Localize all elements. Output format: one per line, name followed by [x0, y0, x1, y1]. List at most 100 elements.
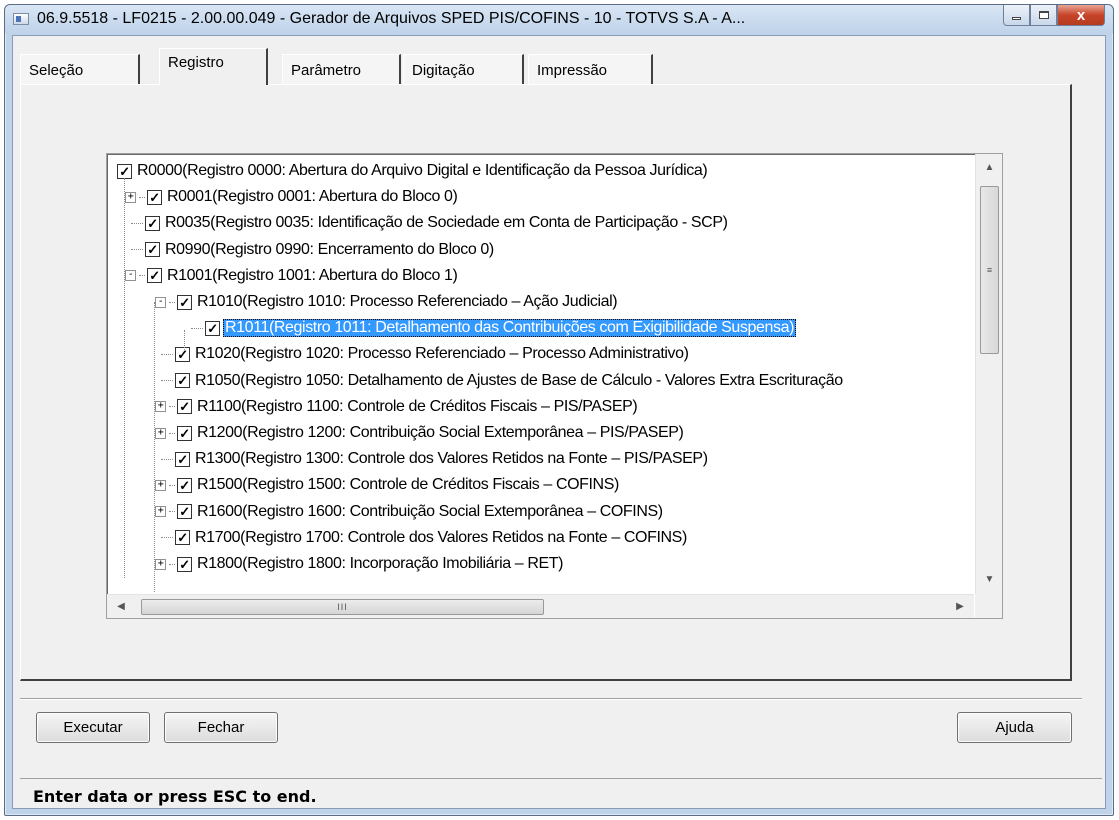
tree-row[interactable]: ✓ R1011(Registro 1011: Detalhamento das C… [185, 316, 797, 340]
tree-connector [139, 196, 145, 198]
tree-row-label: R1200(Registro 1200: Contribuição Social… [197, 424, 684, 441]
tree-row[interactable]: ✓ R0035(Registro 0035: Identificação de S… [125, 211, 730, 235]
tree-row-label: R1010(Registro 1010: Processo Referencia… [197, 293, 618, 310]
tree-row[interactable]: ✓ R1700(Registro 1700: Controle dos Valor… [155, 526, 689, 550]
row-checkbox[interactable]: ✓ [177, 294, 192, 310]
fechar-button[interactable]: Fechar [164, 712, 278, 743]
tab-label: Parâmetro [291, 62, 362, 79]
scroll-right-icon[interactable]: ▶ [950, 595, 970, 618]
expand-icon[interactable]: + [155, 506, 166, 518]
expand-icon[interactable]: + [155, 558, 166, 570]
row-checkbox[interactable]: ✓ [147, 268, 162, 284]
row-checkbox[interactable]: ✓ [145, 242, 160, 258]
tree-row-label: R1600(Registro 1600: Contribuição Social… [197, 502, 663, 520]
scroll-corner [975, 594, 1002, 618]
tree-connector [169, 511, 175, 513]
row-checkbox[interactable]: ✓ [147, 189, 162, 205]
row-checkbox[interactable]: ✓ [145, 215, 160, 231]
separator [20, 698, 1082, 700]
tree-row[interactable]: ✓ R1300(Registro 1300: Controle dos Valor… [155, 447, 710, 471]
row-checkbox[interactable]: ✓ [175, 451, 190, 467]
horizontal-scroll-thumb[interactable]: III [141, 599, 544, 615]
title-bar[interactable]: 06.9.5518 - LF0215 - 2.00.00.049 - Gerad… [5, 5, 1113, 33]
window-title: 06.9.5518 - LF0215 - 2.00.00.049 - Gerad… [37, 10, 746, 27]
tab-selecao[interactable]: Seleção [20, 54, 140, 84]
tree-connector [161, 458, 173, 460]
row-checkbox[interactable]: ✓ [177, 556, 192, 572]
tree-connector [169, 301, 175, 303]
row-checkbox[interactable]: ✓ [177, 425, 192, 441]
maximize-icon [1038, 11, 1049, 19]
collapse-icon[interactable]: - [125, 270, 136, 282]
tree-row[interactable]: ✓ R0990(Registro 0990: Encerramento do Bl… [125, 238, 496, 262]
tree-row-label: R1800(Registro 1800: Incorporação Imobil… [197, 555, 564, 572]
tab-registro[interactable]: Registro [159, 48, 268, 85]
expand-icon[interactable]: + [155, 427, 166, 439]
tab-label: Impressão [537, 62, 608, 79]
tab-label: Registro [168, 54, 224, 71]
tree-connector [191, 327, 203, 329]
tree-row-label: R1100(Registro 1100: Controle de Crédito… [197, 397, 638, 415]
tree-row-label: R0990(Registro 0990: Encerramento do Blo… [165, 240, 494, 258]
caption-buttons: x [1003, 5, 1105, 27]
row-checkbox[interactable]: ✓ [205, 320, 220, 336]
tree-row[interactable]: ✓ R0000(Registro 0000: Abertura do Arquiv… [117, 159, 709, 183]
app-icon [13, 13, 29, 25]
status-text: Enter data or press ESC to end. [33, 787, 317, 806]
tree-row[interactable]: + ✓ R1600(Registro 1600: Contribuição Soci… [155, 500, 665, 524]
ajuda-button[interactable]: Ajuda [957, 712, 1072, 743]
close-icon: x [1076, 6, 1086, 24]
tree-connector [169, 406, 175, 408]
tab-digitacao[interactable]: Digitação [403, 54, 524, 84]
tree-connector [131, 249, 143, 251]
tree-guide-line [154, 302, 155, 592]
tree-guide-line [124, 178, 125, 578]
tree-row[interactable]: + ✓ R1200(Registro 1200: Contribuição Soci… [155, 421, 685, 445]
scroll-down-icon[interactable]: ▼ [976, 570, 1002, 590]
tree-row[interactable]: - ✓ R1010(Registro 1010: Processo Referenc… [155, 290, 619, 314]
minimize-button[interactable] [1003, 5, 1030, 26]
tab-impressao[interactable]: Impressão [528, 54, 653, 84]
row-checkbox[interactable]: ✓ [117, 163, 132, 179]
tab-parametro[interactable]: Parâmetro [282, 54, 401, 84]
row-checkbox[interactable]: ✓ [177, 477, 192, 493]
row-checkbox[interactable]: ✓ [177, 399, 192, 415]
tree-connector [161, 353, 173, 355]
status-bar: Enter data or press ESC to end. [20, 778, 1102, 812]
tree-row-label: R0035(Registro 0035: Identificação de So… [165, 214, 728, 232]
collapse-icon[interactable]: - [155, 296, 166, 308]
tree-guide-line [184, 330, 185, 350]
tree-row[interactable]: ✓ R1050(Registro 1050: Detalhamento de Aj… [155, 369, 845, 393]
tree-row[interactable]: + ✓ R1100(Registro 1100: Controle de Crédi… [155, 395, 639, 419]
tree-row[interactable]: + ✓ R1500(Registro 1500: Controle de Crédi… [155, 473, 621, 497]
scroll-up-icon[interactable]: ▲ [976, 158, 1002, 178]
tree-row-label: R1300(Registro 1300: Controle dos Valore… [195, 450, 708, 468]
tree-connector [139, 275, 145, 277]
tree-row-label: R1001(Registro 1001: Abertura do Bloco 1… [167, 266, 458, 284]
tree-row[interactable]: + ✓ R1800(Registro 1800: Incorporação Imob… [155, 552, 565, 576]
vertical-scrollbar[interactable]: ▲ ≡ ▼ [975, 154, 1002, 594]
row-checkbox[interactable]: ✓ [175, 373, 190, 389]
grip-icon: ≡ [986, 265, 993, 275]
minimize-icon [1012, 16, 1021, 20]
tree-row[interactable]: + ✓ R0001(Registro 0001: Abertura do Bloco… [125, 185, 459, 209]
tree-row[interactable]: ✓ R1020(Registro 1020: Processo Referenci… [155, 342, 691, 366]
tree-row-label: R0001(Registro 0001: Abertura do Bloco 0… [167, 188, 458, 206]
row-checkbox[interactable]: ✓ [175, 530, 190, 546]
register-tree[interactable]: ✓ R0000(Registro 0000: Abertura do Arquiv… [106, 153, 1003, 619]
expand-icon[interactable]: + [125, 191, 136, 203]
horizontal-scrollbar[interactable]: ◀ III ▶ [107, 594, 974, 618]
expand-icon[interactable]: + [155, 479, 166, 491]
expand-icon[interactable]: + [155, 401, 166, 413]
executar-button[interactable]: Executar [36, 712, 150, 743]
maximize-button[interactable] [1030, 5, 1057, 26]
tree-rows: ✓ R0000(Registro 0000: Abertura do Arquiv… [107, 154, 974, 594]
tree-row-label: R1011(Registro 1011: Detalhamento das Co… [223, 319, 797, 338]
tree-row[interactable]: - ✓ R1001(Registro 1001: Abertura do Bloco… [125, 264, 459, 288]
tab-label: Digitação [412, 62, 475, 79]
row-checkbox[interactable]: ✓ [175, 346, 190, 362]
vertical-scroll-thumb[interactable]: ≡ [980, 186, 999, 354]
close-button[interactable]: x [1057, 5, 1105, 26]
row-checkbox[interactable]: ✓ [177, 504, 192, 520]
scroll-left-icon[interactable]: ◀ [111, 595, 131, 618]
